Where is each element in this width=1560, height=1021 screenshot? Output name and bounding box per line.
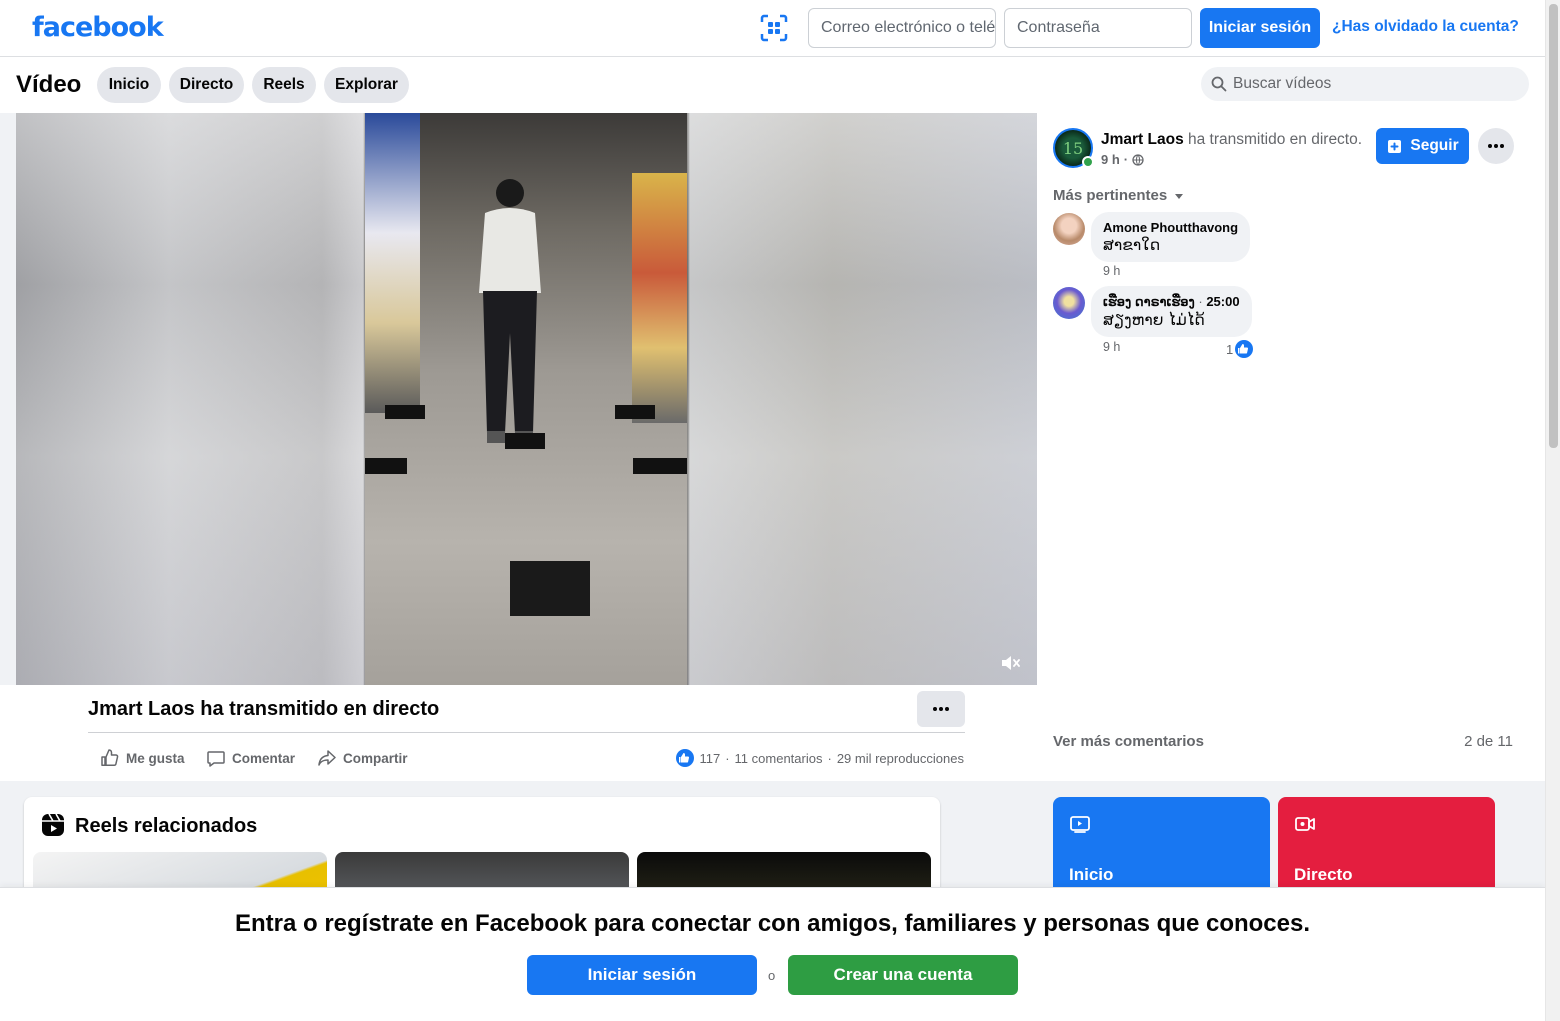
post-header: Jmart Laos ha transmitido en directo. [1101, 131, 1362, 149]
post-meta: 9 h · [1101, 152, 1144, 167]
live-status-dot [1082, 156, 1094, 168]
svg-text:15: 15 [1063, 139, 1083, 158]
more-dots-icon [933, 707, 949, 711]
divider [88, 732, 965, 733]
follow-label: Seguir [1410, 137, 1459, 154]
sort-label: Más pertinentes [1053, 187, 1168, 204]
tab-reels[interactable]: Reels [252, 67, 316, 103]
video-info-bar: Jmart Laos ha transmitido en directo Me … [0, 685, 1037, 781]
password-field[interactable]: Contraseña [1004, 8, 1192, 48]
comment-bubble: Amone Phoutthavong ສາຂາໃດ [1091, 212, 1251, 262]
comment-author[interactable]: ເຮືອງ ດາຣາເຮືອງ [1103, 294, 1195, 309]
comment-text: ສຽງຫາຍ ໄມ່ໄດ້ [1103, 311, 1205, 329]
video-subheader: Vídeo Inicio Directo Reels Explorar Busc… [0, 57, 1545, 113]
comment-timestamp-link[interactable]: 25:00 [1206, 294, 1239, 309]
comment-icon [207, 751, 225, 767]
like-reaction-icon [1235, 340, 1254, 358]
comment-sort-dropdown[interactable]: Más pertinentes [1053, 187, 1185, 204]
scrollbar-thumb[interactable] [1549, 4, 1558, 448]
page-scrollbar[interactable] [1545, 0, 1560, 1021]
tab-explorar[interactable]: Explorar [324, 67, 409, 103]
video-player[interactable] [16, 113, 1037, 685]
share-label: Compartir [343, 750, 408, 766]
globe-icon [1132, 153, 1144, 166]
comment-text: ສາຂາໃດ [1103, 236, 1161, 254]
video-search-input[interactable]: Buscar vídeos [1201, 67, 1529, 101]
nav-card-label: Inicio [1069, 865, 1114, 884]
comment-button[interactable]: Comentar [206, 747, 295, 769]
email-field[interactable]: Correo electrónico o teléfono [808, 8, 996, 48]
page-name-link[interactable]: Jmart Laos [1101, 131, 1184, 148]
live-video-icon [1295, 817, 1315, 831]
comment-label: Comentar [232, 750, 296, 766]
top-navigation-bar: facebook Correo electrónico o teléfono C… [0, 0, 1545, 57]
video-person-figure [479, 179, 541, 443]
comment-time[interactable]: 9 h [1103, 264, 1120, 278]
engagement-stats: 117 · 11 comentarios · 29 mil reproducci… [676, 749, 964, 767]
like-button[interactable]: Me gusta [100, 747, 185, 769]
login-button[interactable]: Iniciar sesión [1200, 8, 1320, 48]
qr-scan-icon[interactable] [760, 14, 788, 42]
login-prompt-banner: Entra o regístrate en Facebook para cone… [0, 887, 1545, 1021]
comments-count: 2 de 11 [1464, 733, 1513, 750]
post-time[interactable]: 9 h [1101, 152, 1120, 167]
reels-title: Reels relacionados [75, 815, 258, 837]
commenter-avatar[interactable] [1053, 213, 1085, 245]
comment-author-line: ເຮືອງ ດາຣາເຮືອງ · 25:00 [1103, 294, 1240, 309]
like-count[interactable]: 117 [699, 751, 720, 766]
forgot-account-link[interactable]: ¿Has olvidado la cuenta? [1332, 18, 1519, 36]
create-account-button[interactable]: Crear una cuenta [788, 955, 1018, 995]
comment-like-count[interactable]: 1 [1226, 340, 1254, 358]
follow-plus-icon [1388, 140, 1402, 153]
post-options-button[interactable] [1478, 128, 1514, 164]
more-options-button[interactable] [917, 691, 965, 727]
share-icon [318, 750, 336, 766]
search-icon [1211, 76, 1227, 92]
nav-card-label: Directo [1294, 865, 1353, 884]
comment-bubble: ເຮືອງ ດາຣາເຮືອງ · 25:00 ສຽງຫາຍ ໄມ່ໄດ້ [1091, 286, 1252, 337]
like-icon [101, 749, 119, 767]
tab-inicio[interactable]: Inicio [97, 67, 161, 103]
see-more-comments-link[interactable]: Ver más comentarios [1053, 733, 1204, 750]
comment-author[interactable]: Amone Phoutthavong [1103, 220, 1238, 235]
banner-login-button[interactable]: Iniciar sesión [527, 955, 757, 995]
tab-directo[interactable]: Directo [169, 67, 244, 103]
reels-icon [42, 813, 64, 836]
more-dots-icon [1488, 144, 1504, 148]
banner-or-text: o [768, 968, 776, 983]
video-caption: Jmart Laos ha transmitido en directo [88, 698, 440, 720]
caret-down-icon [1175, 193, 1184, 199]
page-title: Vídeo [16, 71, 82, 98]
post-action-text: ha transmitido en directo. [1183, 131, 1363, 148]
search-placeholder: Buscar vídeos [1233, 75, 1332, 92]
commenter-avatar[interactable] [1053, 287, 1085, 319]
facebook-logo[interactable]: facebook [32, 12, 164, 43]
follow-button[interactable]: Seguir [1376, 128, 1469, 164]
video-home-icon [1070, 816, 1090, 833]
comment-count[interactable]: 11 comentarios [735, 751, 823, 766]
like-reaction-icon [676, 749, 695, 767]
comments-panel: 15 Jmart Laos ha transmitido en directo.… [1037, 113, 1545, 781]
like-label: Me gusta [126, 750, 185, 766]
share-button[interactable]: Compartir [317, 747, 408, 769]
view-count: 29 mil reproducciones [836, 750, 964, 766]
banner-message: Entra o regístrate en Facebook para cone… [234, 910, 1311, 937]
mute-icon[interactable] [1000, 653, 1022, 673]
comment-time[interactable]: 9 h [1103, 340, 1120, 354]
video-frame [365, 113, 687, 685]
